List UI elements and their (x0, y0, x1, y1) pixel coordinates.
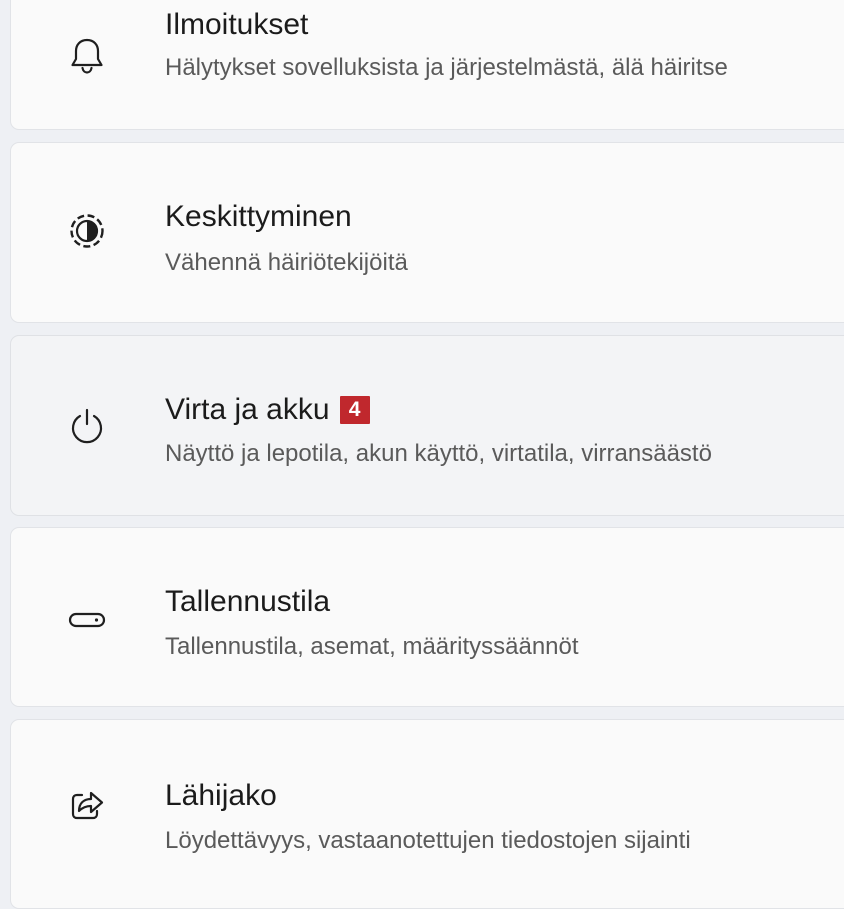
settings-item-title: Virta ja akku 4 (165, 392, 370, 428)
settings-item-subtitle: Vähennä häiriötekijöitä (165, 249, 408, 276)
settings-list: Ilmoitukset Hälytykset sovelluksista ja … (0, 0, 844, 909)
focus-icon (55, 199, 119, 263)
settings-item-subtitle: Löydettävyys, vastaanotettujen tiedostoj… (165, 827, 691, 854)
settings-item-title: Keskittyminen (165, 200, 352, 233)
settings-item-title-text: Virta ja akku (165, 393, 330, 426)
settings-item-keskittyminen[interactable]: Keskittyminen Vähennä häiriötekijöitä (10, 142, 844, 323)
settings-item-virta-ja-akku[interactable]: Virta ja akku 4 Näyttö ja lepotila, akun … (10, 335, 844, 516)
settings-item-title: Lähijako (165, 779, 277, 812)
share-icon (55, 772, 119, 836)
settings-item-subtitle: Hälytykset sovelluksista ja järjestelmäs… (165, 54, 728, 81)
storage-icon (55, 588, 119, 652)
settings-item-ilmoitukset[interactable]: Ilmoitukset Hälytykset sovelluksista ja … (10, 0, 844, 130)
settings-item-title: Tallennustila (165, 585, 331, 618)
settings-item-lahijako[interactable]: Lähijako Löydettävyys, vastaanotettujen … (10, 719, 844, 909)
settings-item-subtitle: Näyttö ja lepotila, akun käyttö, virtati… (165, 440, 712, 467)
step-number-badge: 4 (339, 396, 370, 424)
settings-item-title: Ilmoitukset (165, 8, 309, 41)
power-icon (55, 394, 119, 458)
settings-item-tallennustila[interactable]: Tallennustila Tallennustila, asemat, mää… (10, 527, 844, 707)
settings-item-subtitle: Tallennustila, asemat, määrityssäännöt (165, 633, 579, 660)
bell-icon (55, 24, 119, 88)
